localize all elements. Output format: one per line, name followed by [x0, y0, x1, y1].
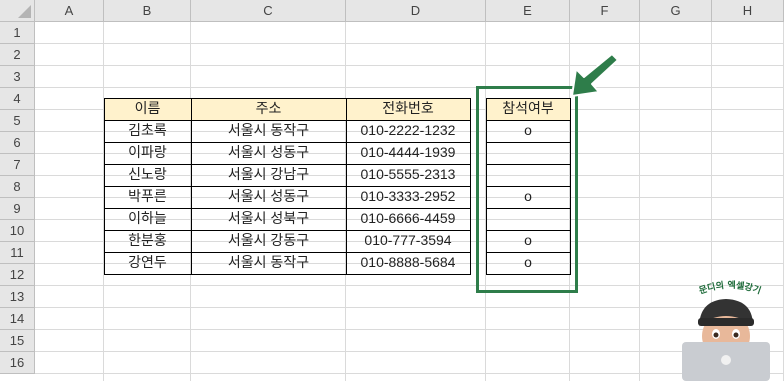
row-header-7[interactable]: 7 [0, 154, 35, 176]
column-header-b[interactable]: B [104, 0, 191, 22]
table-border [104, 142, 470, 143]
row-header-9[interactable]: 9 [0, 198, 35, 220]
table-border [470, 98, 471, 275]
table-header-address[interactable]: 주소 [191, 98, 346, 120]
row-header-8[interactable]: 8 [0, 176, 35, 198]
table-border [104, 252, 470, 253]
arrow-down-left-icon [571, 53, 619, 97]
table-cell-name[interactable]: 김초록 [104, 120, 191, 142]
watermark-arc-text: 문디의 엑셀강기 [698, 279, 763, 297]
table-border [104, 274, 470, 275]
column-header-g[interactable]: G [640, 0, 712, 22]
table-border [104, 186, 470, 187]
table-cell-name[interactable]: 신노랑 [104, 164, 191, 186]
row-header-3[interactable]: 3 [0, 66, 35, 88]
table-cell-phone[interactable]: 010-2222-1232 [346, 120, 470, 142]
table-header-phone[interactable]: 전화번호 [346, 98, 470, 120]
select-all-triangle-icon [18, 5, 31, 18]
gridline [35, 65, 784, 66]
row-header-5[interactable]: 5 [0, 110, 35, 132]
row-header-1[interactable]: 1 [0, 22, 35, 44]
table-cell-address[interactable]: 서울시 강남구 [191, 164, 346, 186]
table-cell-phone[interactable]: 010-6666-4459 [346, 208, 470, 230]
column-header-c[interactable]: C [191, 0, 346, 22]
table-border [104, 208, 470, 209]
row-header-4[interactable]: 4 [0, 88, 35, 110]
table-cell-name[interactable]: 박푸른 [104, 186, 191, 208]
table-cell-phone[interactable]: 010-8888-5684 [346, 252, 470, 274]
table-cell-address[interactable]: 서울시 강동구 [191, 230, 346, 252]
column-header-e[interactable]: E [486, 0, 570, 22]
svg-text:문디의 엑셀강기: 문디의 엑셀강기 [698, 279, 763, 297]
table-cell-phone[interactable]: 010-777-3594 [346, 230, 470, 252]
table-header-name[interactable]: 이름 [104, 98, 191, 120]
table-border [104, 230, 470, 231]
gridline [639, 22, 640, 381]
attendance-highlight-frame [476, 86, 578, 293]
row-header-11[interactable]: 11 [0, 242, 35, 264]
table-cell-phone[interactable]: 010-3333-2952 [346, 186, 470, 208]
row-header-15[interactable]: 15 [0, 330, 35, 352]
watermark-text: 문디의 엑셀강기 [698, 279, 763, 297]
row-header-2[interactable]: 2 [0, 44, 35, 66]
row-header-6[interactable]: 6 [0, 132, 35, 154]
table-cell-phone[interactable]: 010-4444-1939 [346, 142, 470, 164]
table-cell-name[interactable]: 이하늘 [104, 208, 191, 230]
table-border [104, 98, 105, 275]
table-cell-address[interactable]: 서울시 성동구 [191, 142, 346, 164]
table-cell-address[interactable]: 서울시 동작구 [191, 120, 346, 142]
table-cell-phone[interactable]: 010-5555-2313 [346, 164, 470, 186]
column-header-f[interactable]: F [570, 0, 640, 22]
row-header-12[interactable]: 12 [0, 264, 35, 286]
row-header-13[interactable]: 13 [0, 286, 35, 308]
table-cell-name[interactable]: 이파랑 [104, 142, 191, 164]
table-cell-address[interactable]: 서울시 동작구 [191, 252, 346, 274]
spreadsheet: ABCDEFGH 1 2 3 4 5 6 7 8 9 10 11 12 13 14 15 16 이름 주소 전화번… [0, 0, 784, 381]
table-border [104, 120, 470, 121]
gridline [35, 87, 784, 88]
column-header-a[interactable]: A [35, 0, 104, 22]
table-border [346, 98, 347, 275]
table-cell-address[interactable]: 서울시 성동구 [191, 186, 346, 208]
table-border [104, 98, 470, 99]
column-header-h[interactable]: H [712, 0, 784, 22]
select-all-button[interactable] [0, 0, 35, 22]
row-header-10[interactable]: 10 [0, 220, 35, 242]
table-cell-address[interactable]: 서울시 성북구 [191, 208, 346, 230]
row-header-14[interactable]: 14 [0, 308, 35, 330]
table-cell-name[interactable]: 강연두 [104, 252, 191, 274]
column-header-d[interactable]: D [346, 0, 486, 22]
table-border [104, 164, 470, 165]
row-header-16[interactable]: 16 [0, 352, 35, 374]
table-border [191, 98, 192, 275]
gridline [35, 43, 784, 44]
table-cell-name[interactable]: 한분홍 [104, 230, 191, 252]
